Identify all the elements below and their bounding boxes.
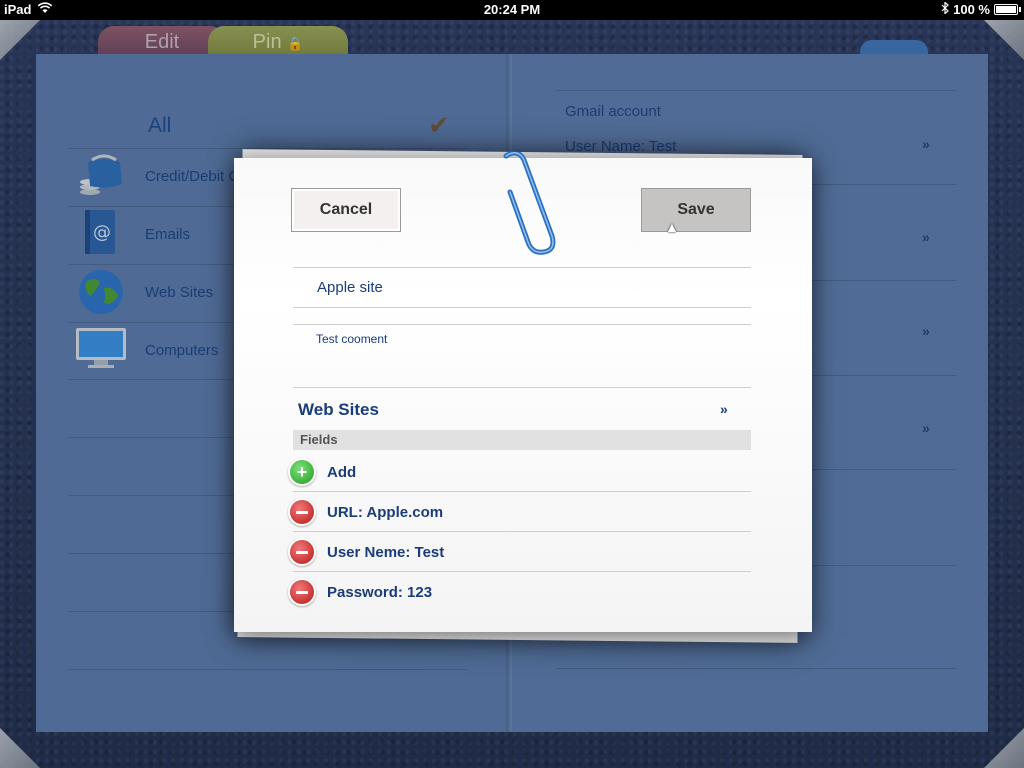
save-button[interactable]: Save: [641, 188, 751, 232]
battery-percent: 100 %: [953, 2, 990, 17]
remove-icon[interactable]: [290, 500, 314, 524]
paperclip-icon: [503, 152, 556, 255]
add-icon[interactable]: +: [290, 460, 314, 484]
cancel-button[interactable]: Cancel: [291, 188, 401, 232]
edit-dialog: Cancel Save ▲ Apple site Test cooment We…: [234, 152, 812, 632]
bluetooth-icon: [941, 1, 950, 17]
status-bar: iPad 20:24 PM 100 %: [0, 0, 1024, 20]
remove-icon[interactable]: [290, 580, 314, 604]
comment-field[interactable]: Test cooment: [316, 332, 387, 346]
clock: 20:24 PM: [483, 2, 541, 17]
field-row-password[interactable]: Password: 123: [327, 584, 432, 601]
category-selector[interactable]: Web Sites: [298, 400, 379, 420]
add-field-button[interactable]: Add: [327, 464, 356, 481]
field-row-url[interactable]: URL: Apple.com: [327, 504, 443, 521]
field-row-username[interactable]: User Neme: Test: [327, 544, 444, 561]
fields-header: Fields: [293, 430, 751, 450]
chevron-right-icon[interactable]: »: [720, 401, 728, 417]
remove-icon[interactable]: [290, 540, 314, 564]
mouse-cursor-icon: ▲: [665, 219, 679, 235]
battery-icon: [994, 4, 1021, 15]
entry-name-field[interactable]: Apple site: [317, 279, 383, 296]
